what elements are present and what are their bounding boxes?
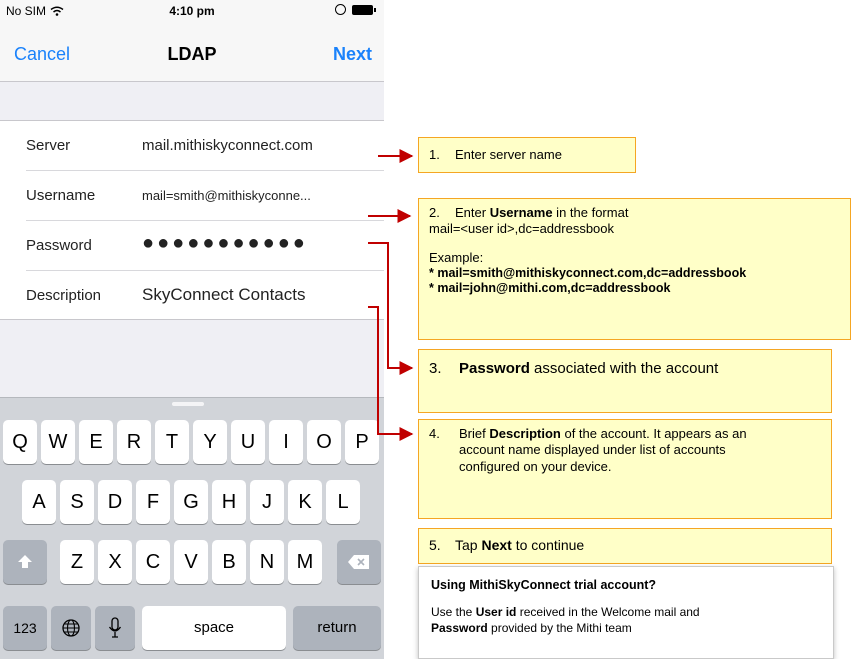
phone-screen: No SIM 4:10 pm Cancel LDAP Next Server m… <box>0 0 384 659</box>
info-title: Using MithiSkyConnect trial account? <box>431 578 657 592</box>
key-x[interactable]: X <box>98 540 132 584</box>
callout-server: 1. Enter server name <box>418 137 636 173</box>
key-c[interactable]: C <box>136 540 170 584</box>
callout-server-text: Enter server name <box>455 147 562 162</box>
key-n[interactable]: N <box>250 540 284 584</box>
trial-account-info: Using MithiSkyConnect trial account? Use… <box>418 566 834 659</box>
key-b[interactable]: B <box>212 540 246 584</box>
key-d[interactable]: D <box>98 480 132 524</box>
key-m[interactable]: M <box>288 540 322 584</box>
page-title: LDAP <box>167 44 217 64</box>
callout-username: 2. Enter Username in the format mail=<use… <box>418 198 851 340</box>
status-time: 4:10 pm <box>169 4 215 18</box>
key-p[interactable]: P <box>345 420 379 464</box>
key-w[interactable]: W <box>41 420 75 464</box>
key-r[interactable]: R <box>117 420 151 464</box>
key-u[interactable]: U <box>231 420 265 464</box>
key-y[interactable]: Y <box>193 420 227 464</box>
keyboard-handle <box>172 402 204 406</box>
example-2: * mail=john@mithi.com,dc=addressbook <box>429 281 671 296</box>
key-l[interactable]: L <box>326 480 360 524</box>
status-right <box>335 4 376 15</box>
navigation-bar: Cancel LDAP Next <box>0 22 384 82</box>
numbers-key[interactable]: 123 <box>3 606 47 650</box>
description-field[interactable]: SkyConnect Contacts <box>142 285 305 305</box>
status-bar: No SIM 4:10 pm <box>0 0 384 22</box>
next-button[interactable]: Next <box>333 44 372 65</box>
battery-icon <box>352 4 376 15</box>
rotation-lock-icon <box>335 4 346 15</box>
space-key[interactable]: space <box>142 606 286 650</box>
description-row[interactable]: Description SkyConnect Contacts <box>0 271 384 321</box>
key-e[interactable]: E <box>79 420 113 464</box>
key-z[interactable]: Z <box>60 540 94 584</box>
key-g[interactable]: G <box>174 480 208 524</box>
server-field[interactable]: mail.mithiskyconnect.com <box>142 137 313 154</box>
key-h[interactable]: H <box>212 480 246 524</box>
microphone-key[interactable] <box>95 606 135 650</box>
key-i[interactable]: I <box>269 420 303 464</box>
shift-key[interactable] <box>3 540 47 584</box>
callout-description: 4. Brief Description of the account. It a… <box>418 419 832 519</box>
key-f[interactable]: F <box>136 480 170 524</box>
key-s[interactable]: S <box>60 480 94 524</box>
example-1: * mail=smith@mithiskyconnect.com,dc=addr… <box>429 265 747 280</box>
key-t[interactable]: T <box>155 420 189 464</box>
key-q[interactable]: Q <box>3 420 37 464</box>
callout-password: 3. Password associated with the account <box>418 349 832 413</box>
globe-icon <box>62 619 80 637</box>
key-v[interactable]: V <box>174 540 208 584</box>
username-format: mail=<user id>,dc=addressbook <box>429 221 615 237</box>
ldap-form: Server mail.mithiskyconnect.com Username… <box>0 120 384 320</box>
username-row[interactable]: Username mail=smith@mithiskyconne... <box>0 171 384 221</box>
globe-key[interactable] <box>51 606 91 650</box>
key-o[interactable]: O <box>307 420 341 464</box>
delete-icon <box>348 555 369 569</box>
server-label: Server <box>26 137 71 154</box>
callout-next: 5. Tap Next to continue <box>418 528 832 564</box>
password-label: Password <box>26 237 92 254</box>
password-field[interactable]: ●●●●●●●●●●● <box>142 232 308 255</box>
keyboard: Q W E R T Y U I O P A S D F G H J K L Z … <box>0 397 384 659</box>
username-field[interactable]: mail=smith@mithiskyconne... <box>142 188 368 203</box>
key-k[interactable]: K <box>288 480 322 524</box>
microphone-icon <box>108 617 122 638</box>
key-a[interactable]: A <box>22 480 56 524</box>
server-row[interactable]: Server mail.mithiskyconnect.com <box>0 121 384 171</box>
shift-icon <box>18 555 32 568</box>
key-j[interactable]: J <box>250 480 284 524</box>
password-row[interactable]: Password ●●●●●●●●●●● <box>0 221 384 271</box>
description-label: Description <box>26 287 102 304</box>
username-label: Username <box>26 187 96 204</box>
delete-key[interactable] <box>337 540 381 584</box>
return-key[interactable]: return <box>293 606 381 650</box>
